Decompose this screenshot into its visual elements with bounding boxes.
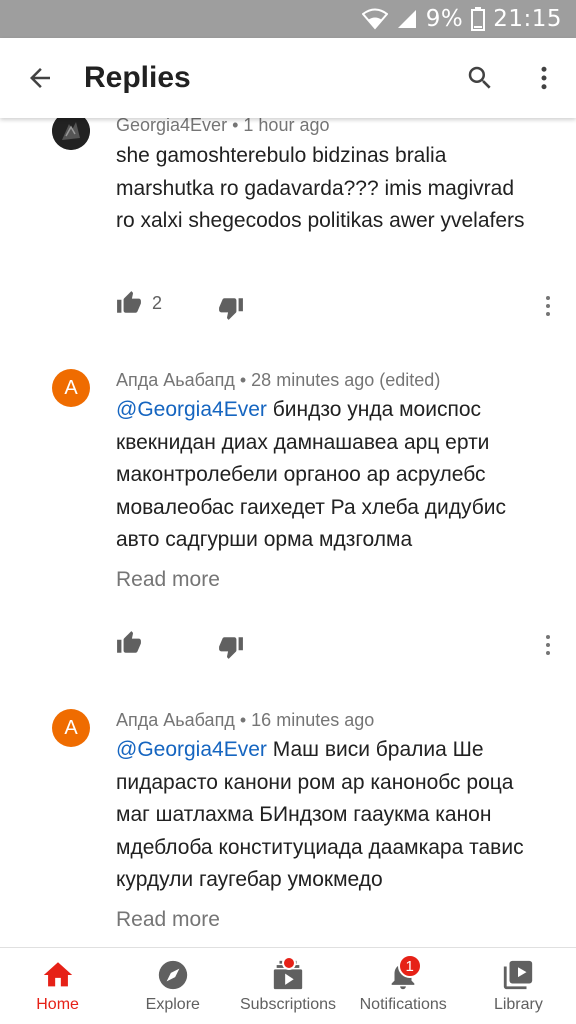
replies-list: Georgia4Ever • 1 hour ago she gamoshtere…: [0, 118, 576, 948]
status-bar: 9% 21:15: [0, 0, 576, 38]
like-count: 2: [152, 292, 163, 313]
battery-percent: 9%: [425, 6, 464, 32]
comment-author[interactable]: Апда Аьабапд: [116, 370, 235, 390]
dislike-icon[interactable]: [218, 295, 244, 321]
separator: •: [232, 118, 239, 135]
back-arrow-icon: [30, 68, 50, 88]
edited-label: (edited): [379, 370, 441, 390]
nav-subscriptions[interactable]: Subscriptions: [230, 948, 345, 1024]
avatar[interactable]: A: [52, 369, 90, 407]
bottom-navigation: Home Explore Subscriptions 1 Notificatio…: [0, 947, 576, 1024]
app-bar: Replies: [0, 38, 576, 118]
comment-time: 16 minutes ago: [251, 710, 375, 730]
nav-home[interactable]: Home: [0, 948, 115, 1024]
separator: •: [239, 710, 247, 730]
avatar[interactable]: [52, 118, 90, 150]
nav-label: Library: [493, 996, 543, 1013]
avatar[interactable]: A: [52, 709, 90, 747]
back-button[interactable]: [0, 38, 80, 118]
battery-icon: [471, 7, 486, 31]
compass-icon: [158, 960, 187, 990]
mention-link[interactable]: @Georgia4Ever: [116, 738, 267, 761]
nav-notifications[interactable]: 1 Notifications: [346, 948, 461, 1024]
search-icon: [468, 66, 491, 89]
more-options-button[interactable]: [512, 38, 576, 118]
comment-more-icon[interactable]: [536, 294, 560, 318]
comment-time: 28 minutes ago: [251, 370, 375, 390]
comment-more-icon[interactable]: [536, 633, 560, 657]
home-icon: [43, 962, 72, 987]
nav-label: Explore: [145, 996, 200, 1013]
notification-badge: 1: [397, 954, 422, 978]
comment-item: A Апда Аьабапд • 16 minutes ago @Georgia…: [0, 706, 576, 948]
comment-author[interactable]: Georgia4Ever: [116, 118, 227, 135]
comment-time: 1 hour ago: [243, 118, 330, 135]
comment-item: Georgia4Ever • 1 hour ago she gamoshtere…: [0, 118, 576, 348]
search-button[interactable]: [448, 38, 512, 118]
nav-label: Subscriptions: [239, 996, 337, 1013]
separator: •: [239, 370, 247, 390]
nav-label: Home: [36, 996, 79, 1013]
read-more-link[interactable]: Read more: [116, 568, 220, 592]
signal-icon: [396, 8, 418, 30]
nav-library[interactable]: Library: [461, 948, 576, 1024]
like-icon[interactable]: [116, 290, 142, 316]
nav-label: Notifications: [359, 996, 447, 1013]
comment-text: she gamoshterebulo bidzinas bralia marsh…: [116, 144, 525, 232]
comment-item: A Апда Аьабапд • 28 minutes ago (edited)…: [0, 366, 576, 696]
mention-link[interactable]: @Georgia4Ever: [116, 398, 267, 421]
dislike-icon[interactable]: [218, 634, 244, 660]
nav-explore[interactable]: Explore: [115, 948, 230, 1024]
like-icon[interactable]: [116, 630, 142, 656]
comment-author[interactable]: Апда Аьабапд: [116, 710, 235, 730]
clock: 21:15: [493, 6, 562, 32]
library-icon: [504, 960, 533, 990]
wifi-icon: [361, 8, 388, 30]
more-vert-icon: [541, 66, 547, 90]
read-more-link[interactable]: Read more: [116, 908, 220, 932]
page-title: Replies: [84, 61, 191, 94]
